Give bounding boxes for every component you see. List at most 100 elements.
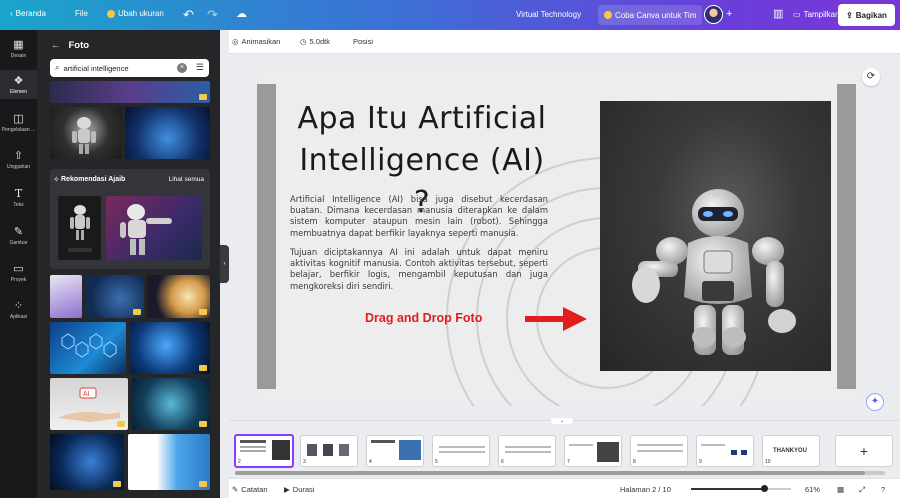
top-bar: ‹ Beranda File Ubah ukuran ↶ ↷ ☁ Virtual… bbox=[0, 0, 900, 30]
magic-recommendations: ✧ Rekomendasi Ajaib Lihat semua bbox=[50, 169, 210, 269]
position-button[interactable]: Posisi bbox=[353, 37, 373, 46]
avatar[interactable] bbox=[704, 5, 723, 24]
add-page-button[interactable]: + bbox=[835, 435, 893, 467]
help-icon[interactable]: ? bbox=[881, 485, 885, 494]
file-menu-button[interactable]: File bbox=[75, 9, 88, 18]
page-thumbnail[interactable]: 9 bbox=[696, 435, 754, 467]
magic-assist-icon[interactable]: ✦ bbox=[866, 393, 884, 411]
folder-icon: ▭ bbox=[13, 263, 24, 275]
photo-thumbnail[interactable]: AI bbox=[50, 378, 128, 430]
clear-search-icon[interactable]: × bbox=[177, 63, 187, 73]
slide-paragraph-1[interactable]: Artificial Intelligence (AI) bisa juga d… bbox=[290, 194, 548, 239]
page-filmstrip: ⌄ 2 3 4 5 6 7 8 9 THANKYOU 10 + bbox=[229, 418, 900, 478]
duration-button[interactable]: ◷ 5.0dtk bbox=[300, 37, 330, 46]
see-all-link[interactable]: Lihat semua bbox=[169, 176, 204, 183]
resize-button[interactable]: Ubah ukuran bbox=[107, 9, 164, 18]
animate-icon: ◎ bbox=[232, 37, 239, 46]
photo-thumbnail[interactable] bbox=[50, 275, 82, 318]
photo-thumbnail[interactable] bbox=[106, 196, 202, 260]
page-thumbnail[interactable]: THANKYOU 10 bbox=[762, 435, 820, 467]
rail-item-elements[interactable]: ❖ Elemen bbox=[0, 70, 37, 99]
page-thumbnail[interactable]: 4 bbox=[366, 435, 424, 467]
zoom-slider-fill bbox=[691, 488, 764, 490]
slide-paragraph-2[interactable]: Tujuan diciptakannya AI ini adalah untuk… bbox=[290, 247, 548, 292]
zoom-slider-handle[interactable] bbox=[761, 485, 768, 492]
filmstrip-scrollbar[interactable] bbox=[235, 471, 885, 475]
photo-thumbnail[interactable] bbox=[50, 434, 124, 490]
rail-item-text[interactable]: T Teks bbox=[0, 187, 37, 208]
page-thumbnail[interactable]: 6 bbox=[498, 435, 556, 467]
redo-icon[interactable]: ↷ bbox=[207, 7, 218, 23]
share-button[interactable]: ⇪ Bagikan bbox=[838, 4, 895, 26]
crown-icon bbox=[199, 94, 207, 100]
hexagon-network-image bbox=[61, 333, 117, 358]
photo-thumbnail[interactable] bbox=[50, 322, 126, 374]
slide-page[interactable]: Apa Itu Artificial Intelligence (AI) ? A… bbox=[257, 68, 859, 406]
photo-thumbnail[interactable] bbox=[50, 107, 122, 159]
photo-thumbnail[interactable] bbox=[128, 434, 210, 490]
filter-icon[interactable]: ☰ bbox=[196, 62, 204, 73]
bottom-bar: ✎ Catatan ▶ Durasi Halaman 2 / 10 61% ▦ … bbox=[229, 478, 900, 498]
crown-icon bbox=[199, 481, 207, 487]
rail-item-brand[interactable]: ◫ Pengelolaan ... bbox=[0, 112, 37, 133]
photo-thumbnail[interactable] bbox=[50, 81, 210, 103]
elements-icon: ❖ bbox=[13, 75, 24, 87]
zoom-level[interactable]: 61% bbox=[805, 485, 820, 494]
layout-icon: ▦ bbox=[13, 39, 24, 51]
photo-thumbnail[interactable] bbox=[147, 275, 210, 318]
document-title[interactable]: Virtual Technology bbox=[516, 10, 581, 19]
rail-item-projects[interactable]: ▭ Proyek bbox=[0, 262, 37, 283]
collapse-panel-button[interactable]: ‹ bbox=[220, 245, 229, 283]
duration-button[interactable]: ▶ Durasi bbox=[284, 485, 314, 494]
crown-icon bbox=[117, 421, 125, 427]
photo-thumbnail[interactable] bbox=[58, 196, 101, 260]
share-icon: ⇪ bbox=[846, 10, 853, 20]
notes-icon: ✎ bbox=[232, 485, 239, 494]
page-thumbnail[interactable]: 7 bbox=[564, 435, 622, 467]
rail-item-draw[interactable]: ✎ Gambar bbox=[0, 225, 37, 246]
timer-icon: ▶ bbox=[284, 485, 290, 494]
draw-icon: ✎ bbox=[13, 226, 24, 238]
add-collaborator-icon[interactable]: + bbox=[726, 8, 732, 20]
robot-image bbox=[632, 189, 796, 355]
chevron-down-icon[interactable]: ⌄ bbox=[551, 418, 573, 424]
page-thumbnail[interactable]: 2 bbox=[234, 434, 294, 468]
undo-icon[interactable]: ↶ bbox=[183, 7, 194, 23]
refresh-icon[interactable]: ⟳ bbox=[862, 68, 880, 86]
search-icon: ⌕ bbox=[55, 63, 60, 72]
photo-thumbnail[interactable] bbox=[132, 378, 210, 430]
grid-view-icon[interactable]: ▦ bbox=[837, 485, 844, 494]
animate-button[interactable]: ◎ Animasikan bbox=[232, 37, 280, 46]
robot-photo[interactable] bbox=[600, 101, 831, 371]
photo-thumbnail[interactable] bbox=[130, 322, 210, 374]
clock-icon: ◷ bbox=[300, 37, 307, 46]
cloud-sync-icon[interactable]: ☁ bbox=[236, 7, 247, 20]
stats-icon[interactable]: ▥ bbox=[773, 7, 783, 20]
page-thumbnail[interactable]: 8 bbox=[630, 435, 688, 467]
zoom-slider[interactable] bbox=[691, 485, 791, 492]
scrollbar-thumb[interactable] bbox=[235, 471, 865, 475]
rail-item-apps[interactable]: ⁘ Aplikasi bbox=[0, 299, 37, 320]
page-thumbnail[interactable]: 3 bbox=[300, 435, 358, 467]
home-button[interactable]: ‹ Beranda bbox=[10, 9, 46, 18]
crown-icon bbox=[113, 481, 121, 487]
notes-button[interactable]: ✎ Catatan bbox=[232, 485, 268, 494]
try-canva-teams-button[interactable]: Coba Canva untuk Tim bbox=[598, 5, 703, 25]
decorative-bar-left bbox=[257, 84, 276, 389]
search-box: ⌕ × ☰ bbox=[50, 59, 209, 77]
arrow-right-icon bbox=[525, 307, 587, 331]
photo-thumbnail[interactable] bbox=[125, 107, 210, 159]
page-indicator[interactable]: Halaman 2 / 10 bbox=[620, 485, 671, 494]
left-rail: ▦ Desain ❖ Elemen ◫ Pengelolaan ... ⇧ Un… bbox=[0, 30, 37, 498]
rail-item-uploads[interactable]: ⇧ Unggahan bbox=[0, 149, 37, 170]
back-arrow-icon[interactable]: ← bbox=[51, 40, 61, 51]
rail-item-design[interactable]: ▦ Desain bbox=[0, 38, 37, 59]
page-thumbnail[interactable]: 5 bbox=[432, 435, 490, 467]
robot-image bbox=[72, 117, 96, 154]
photo-thumbnail[interactable] bbox=[85, 275, 144, 318]
present-button[interactable]: ▭ Tampilkan bbox=[793, 10, 840, 19]
search-input[interactable] bbox=[63, 63, 164, 73]
upload-icon: ⇧ bbox=[13, 150, 24, 162]
drag-drop-annotation: Drag and Drop Foto bbox=[365, 311, 483, 325]
fullscreen-icon[interactable]: ⤢ bbox=[859, 485, 865, 495]
